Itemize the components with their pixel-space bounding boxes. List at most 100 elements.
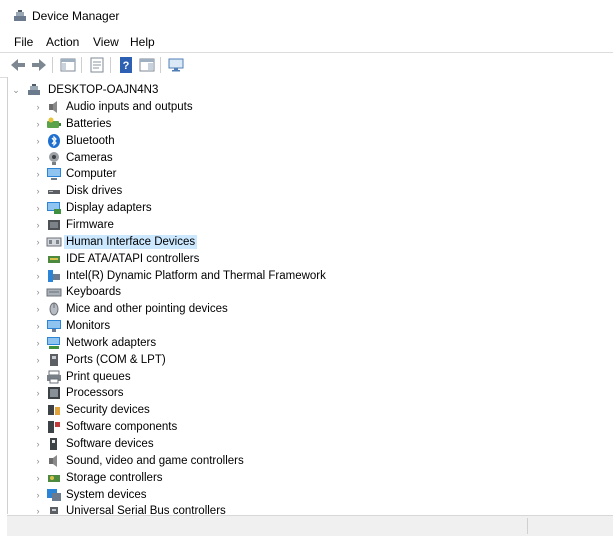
expand-chevron-icon[interactable]: › bbox=[33, 286, 43, 298]
status-bar bbox=[7, 515, 613, 536]
tree-item-camera[interactable]: › Cameras bbox=[8, 150, 608, 166]
tree-item-display-adapter[interactable]: › Display adapters bbox=[8, 200, 608, 216]
tree-item-ide-controller[interactable]: › IDE ATA/ATAPI controllers bbox=[8, 251, 608, 267]
expand-chevron-icon[interactable]: › bbox=[33, 320, 43, 332]
back-arrow-icon[interactable] bbox=[9, 56, 27, 74]
tree-item-security-device[interactable]: › Security devices bbox=[8, 402, 608, 418]
tree-item-storage-controller[interactable]: › Storage controllers bbox=[8, 470, 608, 486]
mouse-icon bbox=[46, 302, 62, 316]
tree-item-sound-controller[interactable]: › Sound, video and game controllers bbox=[8, 453, 608, 469]
sound-controller-icon bbox=[46, 454, 62, 468]
tree-item-label: Software devices bbox=[66, 438, 154, 450]
tree-item-firmware[interactable]: › Firmware bbox=[8, 217, 608, 233]
tree-item-software-device[interactable]: › Software devices bbox=[8, 436, 608, 452]
tree-item-processor[interactable]: › Processors bbox=[8, 385, 608, 401]
speaker-icon bbox=[46, 100, 62, 114]
expand-chevron-icon[interactable]: › bbox=[33, 152, 43, 164]
expand-chevron-icon[interactable]: › bbox=[33, 387, 43, 399]
expand-chevron-icon[interactable]: › bbox=[33, 135, 43, 147]
expand-chevron-icon[interactable]: › bbox=[33, 354, 43, 366]
tree-item-label: Sound, video and game controllers bbox=[66, 454, 244, 467]
tree-item-port[interactable]: › Ports (COM & LPT) bbox=[8, 352, 608, 368]
expand-chevron-icon[interactable]: › bbox=[33, 438, 43, 450]
tree-item-label: Bluetooth bbox=[66, 134, 115, 147]
expand-chevron-icon[interactable]: › bbox=[33, 185, 43, 197]
computer-root-icon bbox=[26, 83, 42, 97]
expand-chevron-icon[interactable]: › bbox=[33, 371, 43, 383]
expand-chevron-icon[interactable]: › bbox=[33, 236, 43, 248]
device-tree[interactable]: ⌄ DESKTOP-OAJN4N3 › Audio inputs and outp… bbox=[7, 77, 613, 514]
expand-chevron-icon[interactable]: › bbox=[33, 270, 43, 282]
intel-platform-icon bbox=[46, 269, 62, 283]
usb-controller-icon bbox=[46, 504, 62, 514]
expand-chevron-icon[interactable]: › bbox=[33, 404, 43, 416]
tree-item-disk-drive[interactable]: › Disk drives bbox=[8, 183, 608, 199]
menu-file[interactable]: File bbox=[14, 35, 33, 49]
tree-item-intel-platform[interactable]: › Intel(R) Dynamic Platform and Thermal F… bbox=[8, 268, 608, 284]
monitor-icon bbox=[46, 319, 62, 333]
show-hide-console-tree-icon[interactable] bbox=[59, 56, 77, 74]
tree-root-computer[interactable]: ⌄ DESKTOP-OAJN4N3 bbox=[8, 82, 608, 98]
ide-controller-icon bbox=[46, 252, 62, 266]
action-pane-icon[interactable] bbox=[138, 56, 156, 74]
tree-item-label: Security devices bbox=[66, 404, 150, 417]
forward-arrow-icon[interactable] bbox=[30, 56, 48, 74]
tree-item-battery[interactable]: › Batteries bbox=[8, 116, 608, 132]
expand-chevron-icon[interactable]: › bbox=[33, 168, 43, 180]
collapse-chevron-icon[interactable]: ⌄ bbox=[11, 84, 21, 96]
tree-item-usb-controller[interactable]: › Universal Serial Bus controllers bbox=[8, 503, 608, 514]
tree-item-label: Network adapters bbox=[66, 336, 157, 349]
expand-chevron-icon[interactable]: › bbox=[33, 101, 43, 113]
scan-hardware-monitor-icon[interactable] bbox=[167, 56, 185, 74]
tree-item-label: Audio inputs and outputs bbox=[66, 101, 193, 113]
svg-text:?: ? bbox=[123, 60, 130, 72]
storage-controller-icon bbox=[46, 471, 62, 485]
tree-item-label: Computer bbox=[66, 168, 117, 181]
tree-item-label: Disk drives bbox=[66, 185, 123, 198]
title-bar: Device Manager bbox=[0, 0, 613, 32]
properties-icon[interactable] bbox=[88, 56, 106, 74]
expand-chevron-icon[interactable]: › bbox=[33, 472, 43, 484]
expand-chevron-icon[interactable]: › bbox=[33, 489, 43, 501]
tree-item-monitor[interactable]: › Monitors bbox=[8, 318, 608, 334]
tree-item-computer[interactable]: › Computer bbox=[8, 166, 608, 182]
toolbar-separator bbox=[160, 57, 161, 73]
tree-item-speaker[interactable]: › Audio inputs and outputs bbox=[8, 99, 608, 115]
tree-item-network-adapter[interactable]: › Network adapters bbox=[8, 335, 608, 351]
tree-item-label: Human Interface Devices bbox=[64, 234, 198, 249]
tree-item-label: Processors bbox=[66, 387, 124, 400]
printer-icon bbox=[46, 370, 62, 384]
menu-action[interactable]: Action bbox=[46, 35, 79, 49]
expand-chevron-icon[interactable]: › bbox=[33, 455, 43, 467]
system-device-icon bbox=[46, 488, 62, 502]
expand-chevron-icon[interactable]: › bbox=[33, 219, 43, 231]
software-device-icon bbox=[46, 437, 62, 451]
expand-chevron-icon[interactable]: › bbox=[33, 505, 43, 514]
expand-chevron-icon[interactable]: › bbox=[33, 337, 43, 349]
camera-icon bbox=[46, 151, 62, 165]
tree-item-label: Universal Serial Bus controllers bbox=[66, 505, 226, 514]
help-icon[interactable]: ? bbox=[117, 56, 135, 74]
tree-item-label: Display adapters bbox=[66, 202, 152, 215]
tree-item-printer[interactable]: › Print queues bbox=[8, 369, 608, 385]
toolbar: ? bbox=[0, 52, 613, 78]
expand-chevron-icon[interactable]: › bbox=[33, 421, 43, 433]
expand-chevron-icon[interactable]: › bbox=[33, 118, 43, 130]
tree-item-label: Batteries bbox=[66, 117, 112, 130]
tree-item-bluetooth[interactable]: › Bluetooth bbox=[8, 133, 608, 149]
expand-chevron-icon[interactable]: › bbox=[33, 303, 43, 315]
tree-item-software-component[interactable]: › Software components bbox=[8, 419, 608, 435]
menu-help[interactable]: Help bbox=[130, 35, 155, 49]
tree-item-label: Monitors bbox=[66, 320, 111, 333]
menu-view[interactable]: View bbox=[93, 35, 119, 49]
network-adapter-icon bbox=[46, 336, 62, 350]
expand-chevron-icon[interactable]: › bbox=[33, 202, 43, 214]
expand-chevron-icon[interactable]: › bbox=[33, 253, 43, 265]
tree-item-mouse[interactable]: › Mice and other pointing devices bbox=[8, 301, 608, 317]
tree-item-hid[interactable]: › Human Interface Devices bbox=[8, 234, 608, 250]
toolbar-separator bbox=[81, 57, 82, 73]
tree-item-keyboard[interactable]: › Keyboards bbox=[8, 284, 608, 300]
tree-item-system-device[interactable]: › System devices bbox=[8, 487, 608, 503]
toolbar-separator bbox=[110, 57, 111, 73]
bluetooth-icon bbox=[46, 133, 62, 148]
